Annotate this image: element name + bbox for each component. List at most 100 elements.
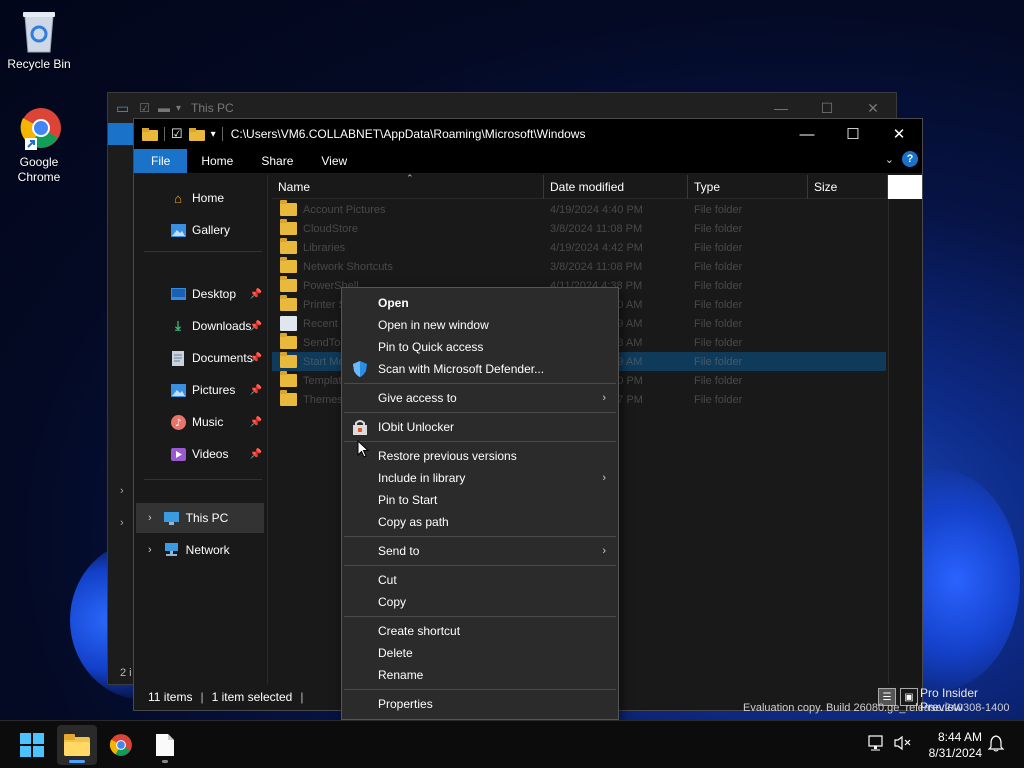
column-header-date[interactable]: Date modified <box>544 174 688 199</box>
network-tray-icon[interactable] <box>868 735 886 754</box>
nav-item-pictures[interactable]: Pictures 📌 <box>136 375 264 405</box>
new-folder-icon[interactable] <box>188 127 205 141</box>
menu-item-give-access[interactable]: Give access to › <box>342 387 618 409</box>
tab-file[interactable]: File <box>134 149 188 173</box>
window-title-path: C:\Users\VM6.COLLABNET\AppData\Roaming\M… <box>230 127 586 141</box>
menu-item-delete[interactable]: Delete <box>342 642 618 664</box>
nav-item-music[interactable]: ♪ Music 📌 <box>136 407 264 437</box>
table-row[interactable]: Account Pictures 4/19/2024 4:40 PM File … <box>272 200 886 219</box>
menu-item-create-shortcut[interactable]: Create shortcut <box>342 620 618 642</box>
nav-item-documents[interactable]: Documents 📌 <box>136 343 264 373</box>
menu-item-cut[interactable]: Cut <box>342 569 618 591</box>
desktop-icon-recycle-bin[interactable]: Recycle Bin <box>2 8 76 72</box>
chevron-right-icon[interactable]: › <box>148 544 152 556</box>
item-count: 11 items <box>148 690 193 704</box>
minimize-button[interactable]: — <box>784 119 830 149</box>
nav-item-gallery[interactable]: Gallery <box>136 215 264 245</box>
column-header-type[interactable]: Type <box>688 174 808 199</box>
documents-icon <box>170 350 186 366</box>
chevron-down-icon: ▾ <box>176 102 182 114</box>
start-button[interactable] <box>12 725 52 765</box>
gallery-icon <box>170 222 186 238</box>
nav-item-network[interactable]: › Network <box>136 535 264 565</box>
folder-icon <box>280 390 297 406</box>
menu-item-restore-previous-versions[interactable]: Restore previous versions <box>342 445 618 467</box>
quick-access-icon: ☑ <box>139 101 150 115</box>
table-row[interactable]: CloudStore 3/8/2024 11:08 PM File folder <box>272 219 886 238</box>
chevron-right-icon: › <box>602 545 606 557</box>
chevron-right-icon[interactable]: › <box>120 517 124 529</box>
column-header-size[interactable]: Size <box>808 174 888 199</box>
sort-ascending-icon: ⌃ <box>406 173 414 183</box>
svg-text:♪: ♪ <box>175 418 181 429</box>
music-icon: ♪ <box>170 414 186 430</box>
folder-icon <box>280 238 297 254</box>
chevron-right-icon: › <box>602 392 606 404</box>
nav-item-this-pc[interactable]: › This PC <box>136 503 264 533</box>
folder-icon <box>280 200 297 216</box>
pin-icon[interactable]: 📌 <box>250 353 262 364</box>
desktop-icon-google-chrome[interactable]: Google Chrome <box>2 106 76 185</box>
tab-home[interactable]: Home <box>187 149 247 173</box>
desktop-icon <box>170 286 186 302</box>
nav-item-videos[interactable]: Videos 📌 <box>136 439 264 469</box>
tab-share[interactable]: Share <box>247 149 307 173</box>
menu-item-include-library[interactable]: Include in library › <box>342 467 618 489</box>
close-button[interactable]: ✕ <box>876 119 922 149</box>
table-row[interactable]: Network Shortcuts 3/8/2024 11:08 PM File… <box>272 257 886 276</box>
menu-item-properties[interactable]: Properties <box>342 693 618 715</box>
taskbar-notepad[interactable] <box>145 725 185 765</box>
folder-icon <box>280 333 297 349</box>
notification-bell-icon[interactable] <box>987 735 1005 755</box>
nav-item-downloads[interactable]: ⤓ Downloads 📌 <box>136 311 264 341</box>
menu-item-send-to[interactable]: Send to › <box>342 540 618 562</box>
menu-item-pin-to-start[interactable]: Pin to Start <box>342 489 618 511</box>
vertical-scrollbar[interactable] <box>888 199 922 685</box>
menu-item-iobit-unlocker[interactable]: IObit Unlocker <box>342 416 618 438</box>
this-pc-icon: ▭ <box>116 99 130 116</box>
pin-icon[interactable]: 📌 <box>250 385 262 396</box>
menu-item-open-new-window[interactable]: Open in new window <box>342 314 618 336</box>
nav-item-home[interactable]: ⌂ Home <box>136 183 264 213</box>
windows-logo-icon <box>20 733 44 757</box>
iobit-lock-icon <box>352 419 368 435</box>
nav-item-desktop[interactable]: Desktop 📌 <box>136 279 264 309</box>
column-header-blank <box>888 174 922 199</box>
menu-item-rename[interactable]: Rename <box>342 664 618 686</box>
chevron-right-icon[interactable]: › <box>148 512 152 524</box>
menu-item-scan-defender[interactable]: Scan with Microsoft Defender... <box>342 358 618 380</box>
selection-count: 1 item selected <box>211 690 293 704</box>
menu-item-pin-quick-access[interactable]: Pin to Quick access <box>342 336 618 358</box>
pin-icon[interactable]: 📌 <box>250 417 262 428</box>
pictures-icon <box>170 382 186 398</box>
properties-icon[interactable]: ☑ <box>171 126 183 142</box>
taskbar-chrome[interactable] <box>101 725 141 765</box>
this-pc-icon <box>164 510 180 526</box>
menu-item-copy-as-path[interactable]: Copy as path <box>342 511 618 533</box>
maximize-button[interactable]: ☐ <box>830 119 876 149</box>
clock[interactable]: 8:44 AM 8/31/2024 <box>929 729 982 761</box>
file-tab[interactable] <box>108 123 134 145</box>
column-header: Name Date modified Type Size <box>272 174 922 199</box>
volume-muted-icon[interactable] <box>894 735 912 754</box>
chevron-down-icon[interactable]: ▾ <box>211 129 216 140</box>
pin-icon[interactable]: 📌 <box>250 449 262 460</box>
menu-item-copy[interactable]: Copy <box>342 591 618 613</box>
recycle-bin-icon <box>23 12 55 53</box>
help-button[interactable]: ? <box>902 151 918 167</box>
mouse-cursor-icon <box>357 440 369 458</box>
tab-view[interactable]: View <box>307 149 361 173</box>
watermark-build: Evaluation copy. Build 26080.ge_release.… <box>743 702 1010 714</box>
pin-icon[interactable]: 📌 <box>250 289 262 300</box>
table-row[interactable]: Libraries 4/19/2024 4:42 PM File folder <box>272 238 886 257</box>
clock-date: 8/31/2024 <box>928 746 982 760</box>
folder-icon <box>280 257 297 273</box>
running-indicator <box>69 760 85 763</box>
menu-item-open[interactable]: Open <box>342 292 618 314</box>
pin-icon[interactable]: 📌 <box>250 321 262 332</box>
chevron-right-icon: › <box>602 472 606 484</box>
chevron-right-icon[interactable]: › <box>120 485 124 497</box>
expand-ribbon-chevron-icon[interactable]: ⌄ <box>885 153 894 166</box>
recent-items-icon <box>280 316 297 331</box>
taskbar-file-explorer[interactable] <box>57 725 97 765</box>
